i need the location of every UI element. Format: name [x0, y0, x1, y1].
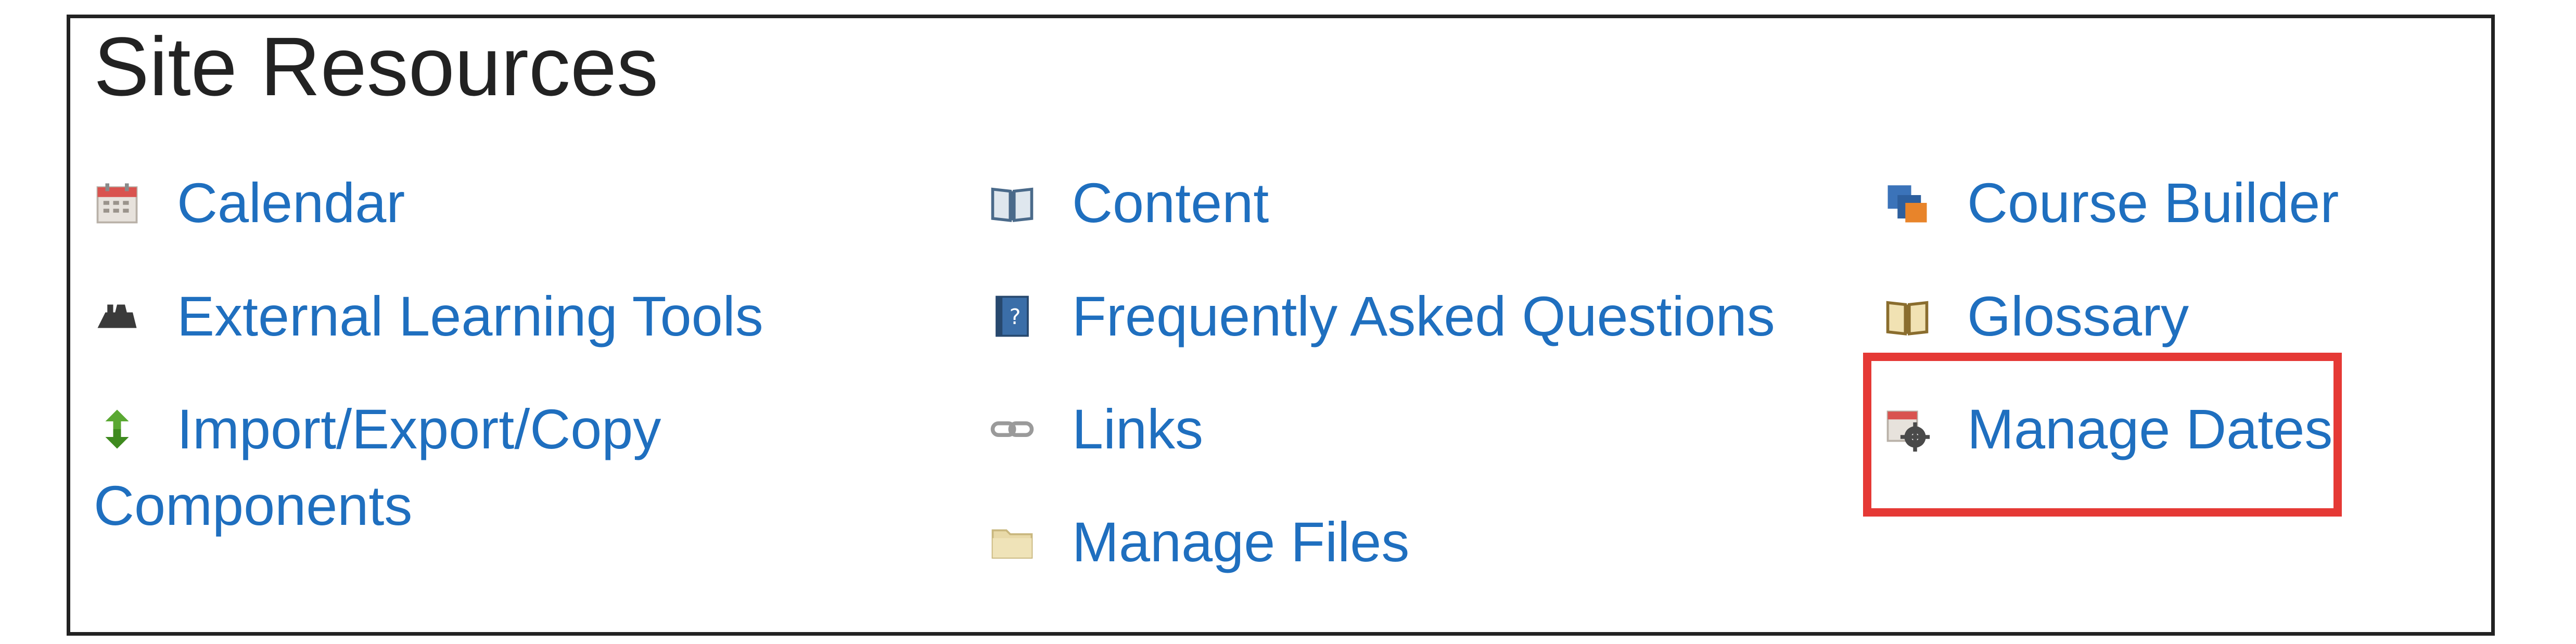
course-builder-label: Course Builder: [1967, 171, 2339, 234]
panel-title: Site Resources: [94, 20, 658, 113]
plug-icon: [94, 288, 151, 345]
import-export-copy-link[interactable]: Import/Export/Copy: [94, 398, 661, 460]
import-export-icon: [94, 401, 151, 458]
content-label: Content: [1072, 171, 1269, 234]
glossary-icon: [1884, 288, 1941, 345]
folder-icon: [989, 513, 1046, 571]
import-export-copy-label: Import/Export/Copy: [177, 397, 661, 460]
manage-files-label: Manage Files: [1072, 510, 1410, 573]
faq-label: Frequently Asked Questions: [1072, 285, 1775, 347]
manage-dates-icon: [1884, 401, 1941, 458]
glossary-label: Glossary: [1967, 285, 2189, 347]
calendar-label: Calendar: [177, 171, 405, 234]
manage-files-link[interactable]: Manage Files: [989, 511, 1409, 573]
content-link[interactable]: Content: [989, 172, 1269, 234]
course-builder-icon: [1884, 174, 1941, 231]
calendar-link[interactable]: Calendar: [94, 172, 405, 234]
import-export-copy-label-cont[interactable]: Components: [94, 474, 412, 537]
manage-dates-link[interactable]: Manage Dates: [1884, 398, 2332, 460]
glossary-link[interactable]: Glossary: [1884, 285, 2189, 347]
book-icon: [989, 174, 1046, 231]
external-learning-tools-link[interactable]: External Learning Tools: [94, 285, 763, 347]
course-builder-link[interactable]: Course Builder: [1884, 172, 2339, 234]
manage-dates-label: Manage Dates: [1967, 397, 2333, 460]
faq-icon: ?: [989, 288, 1046, 345]
calendar-icon: [94, 174, 151, 231]
svg-text:?: ?: [1010, 304, 1021, 329]
external-learning-tools-label: External Learning Tools: [177, 285, 763, 347]
links-link[interactable]: Links: [989, 398, 1203, 460]
links-label: Links: [1072, 397, 1204, 460]
faq-link[interactable]: ? Frequently Asked Questions: [989, 285, 1775, 347]
link-icon: [989, 401, 1046, 458]
